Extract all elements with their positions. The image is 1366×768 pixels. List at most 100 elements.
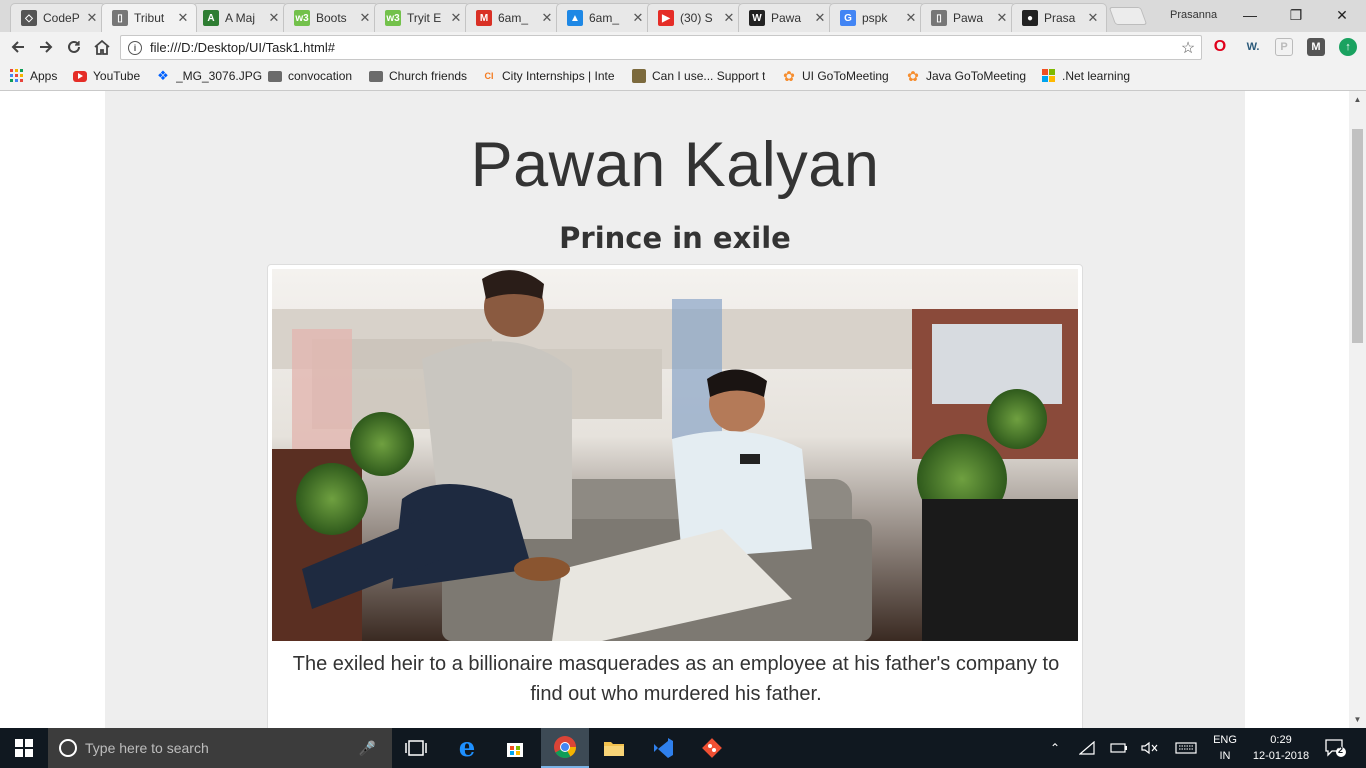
close-tab-icon[interactable]: ✕: [449, 10, 463, 26]
profile-name[interactable]: Prasanna: [1170, 9, 1217, 21]
file-explorer-button[interactable]: [590, 728, 638, 768]
info-icon[interactable]: i: [128, 40, 142, 55]
vscode-icon: [654, 738, 673, 758]
taskbar-search-box[interactable]: Type here to search 🎤: [48, 728, 392, 768]
minimize-button[interactable]: —: [1227, 0, 1273, 30]
browser-tab[interactable]: A A Maj ✕: [192, 3, 288, 32]
chrome-icon: [554, 736, 576, 758]
extension-icon[interactable]: P: [1275, 38, 1293, 56]
tab-title: Tribut: [134, 11, 165, 25]
close-tab-icon[interactable]: ✕: [85, 10, 99, 26]
scroll-up-arrow-icon[interactable]: ▲: [1349, 91, 1366, 108]
bookmark-city-internships[interactable]: CI City Internships | Inte: [482, 68, 618, 84]
cortana-icon: [59, 739, 77, 757]
browser-tab[interactable]: ▯ Tribut ✕: [101, 3, 197, 32]
close-tab-icon[interactable]: ✕: [267, 10, 281, 26]
clock-time: 0:29: [1270, 734, 1292, 746]
bookmark-ui-gotomeeting[interactable]: ✿ UI GoToMeeting: [782, 68, 889, 84]
browser-tab[interactable]: w3 Boots ✕: [283, 3, 379, 32]
bookmark-church-friends[interactable]: Church friends: [369, 68, 467, 84]
gmail-icon: M: [476, 10, 492, 26]
close-tab-icon[interactable]: ✕: [1086, 10, 1100, 26]
browser-tab[interactable]: w3 Tryit E ✕: [374, 3, 470, 32]
w3-icon: w3: [294, 10, 310, 26]
battery-icon[interactable]: [1108, 728, 1130, 768]
bookmark-caniuse[interactable]: Can I use... Support t: [632, 68, 770, 84]
browser-tab[interactable]: ▲ 6am_ ✕: [556, 3, 652, 32]
tab-title: 6am_: [589, 11, 620, 25]
close-window-button[interactable]: ✕: [1319, 0, 1365, 30]
photo-illustration: [272, 269, 1078, 641]
caniuse-icon: [632, 69, 646, 83]
restore-button[interactable]: ❐: [1273, 0, 1319, 30]
spreadsheet-icon: A: [203, 10, 219, 26]
task-view-button[interactable]: [392, 728, 440, 768]
bookmark-convocation[interactable]: convocation: [268, 68, 352, 84]
bookmark-net-learning[interactable]: .Net learning: [1042, 68, 1130, 84]
vertical-scrollbar[interactable]: ▲ ▼: [1349, 91, 1366, 728]
close-tab-icon[interactable]: ✕: [722, 10, 736, 26]
home-button[interactable]: [91, 36, 113, 58]
tab-title: Boots: [316, 11, 347, 25]
address-bar[interactable]: i file:///D:/Desktop/UI/Task1.html# ☆: [120, 35, 1202, 60]
browser-tab[interactable]: ◇ CodeP ✕: [10, 3, 106, 32]
close-tab-icon[interactable]: ✕: [540, 10, 554, 26]
region-code: IN: [1219, 750, 1231, 762]
youtube-icon: ▶: [658, 10, 674, 26]
chrome-button[interactable]: [541, 728, 589, 768]
gotomeeting-icon: ✿: [907, 67, 919, 84]
update-icon[interactable]: ↑: [1339, 38, 1357, 56]
start-button[interactable]: [0, 728, 48, 768]
browser-tab[interactable]: M 6am_ ✕: [465, 3, 561, 32]
url-text[interactable]: file:///D:/Desktop/UI/Task1.html#: [150, 40, 1175, 55]
bookmark-label: _MG_3076.JPG: [176, 69, 263, 83]
bookmark-youtube[interactable]: YouTube: [73, 68, 140, 84]
bookmark-java-gotomeeting[interactable]: ✿ Java GoToMeeting: [906, 68, 1026, 84]
network-icon[interactable]: [1076, 728, 1098, 768]
forward-button[interactable]: [35, 36, 57, 58]
mercury-icon[interactable]: M: [1307, 38, 1325, 56]
bookmark-apps[interactable]: Apps: [10, 68, 57, 84]
browser-tab[interactable]: W Pawa ✕: [738, 3, 834, 32]
input-language[interactable]: ENG IN: [1208, 732, 1242, 764]
back-button[interactable]: [7, 36, 29, 58]
tab-title: A Maj: [225, 11, 256, 25]
close-tab-icon[interactable]: ✕: [904, 10, 918, 26]
scrollbar-thumb[interactable]: [1352, 129, 1363, 343]
opera-icon[interactable]: O: [1211, 38, 1229, 56]
page-title: Pawan Kalyan: [470, 130, 880, 200]
image-thumbnail: The exiled heir to a billionaire masquer…: [267, 264, 1083, 728]
volume-muted-icon[interactable]: [1139, 728, 1161, 768]
action-center-button[interactable]: 2: [1318, 728, 1352, 768]
tab-title: Tryit E: [407, 11, 442, 25]
browser-tab[interactable]: ▶ (30) S ✕: [647, 3, 743, 32]
w3-icon: w3: [385, 10, 401, 26]
edge-button[interactable]: e: [443, 728, 491, 768]
browser-tab[interactable]: ● Prasa ✕: [1011, 3, 1107, 32]
task-view-icon: [405, 740, 427, 756]
close-tab-icon[interactable]: ✕: [631, 10, 645, 26]
scroll-down-arrow-icon[interactable]: ▼: [1349, 711, 1366, 728]
tab-title: (30) S: [680, 11, 713, 25]
close-tab-icon[interactable]: ✕: [176, 10, 190, 26]
movie-still-image: [272, 269, 1078, 641]
system-clock[interactable]: 0:29 12-01-2018: [1252, 732, 1310, 764]
new-tab-button[interactable]: [1108, 7, 1148, 25]
close-tab-icon[interactable]: ✕: [358, 10, 372, 26]
browser-tab[interactable]: Gpspk ✕: [829, 3, 925, 32]
wappalyzer-icon[interactable]: W.: [1242, 38, 1264, 56]
edge-icon: e: [458, 733, 476, 763]
bookmark-star-icon[interactable]: ☆: [1175, 38, 1201, 58]
browser-tab[interactable]: ▯ Pawa ✕: [920, 3, 1016, 32]
keyboard-icon[interactable]: [1172, 728, 1200, 768]
bookmark-label: Church friends: [389, 69, 468, 83]
show-hidden-icons-button[interactable]: ⌃: [1044, 728, 1066, 768]
bookmark-mg-3076[interactable]: ❖ _MG_3076.JPG: [156, 68, 262, 84]
close-tab-icon[interactable]: ✕: [995, 10, 1009, 26]
reload-button[interactable]: [63, 36, 85, 58]
git-button[interactable]: [688, 728, 736, 768]
vscode-button[interactable]: [639, 728, 687, 768]
microphone-icon[interactable]: 🎤: [359, 740, 376, 757]
close-tab-icon[interactable]: ✕: [813, 10, 827, 26]
store-button[interactable]: [491, 728, 539, 768]
